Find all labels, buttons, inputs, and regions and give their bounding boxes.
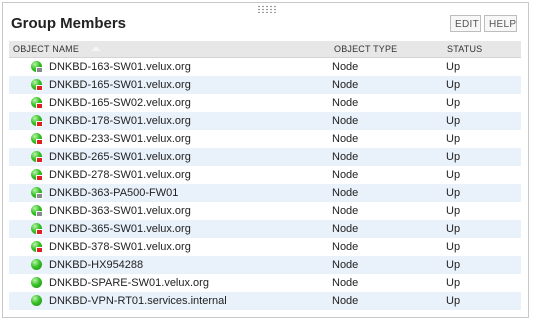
table-row[interactable]: DNKBD-HX954288 Node Up: [9, 256, 521, 274]
help-button[interactable]: HELP: [484, 15, 517, 32]
table-row[interactable]: DNKBD-365-SW01.velux.org Node Up: [9, 220, 521, 238]
table-row[interactable]: DNKBD-165-SW02.velux.org Node Up: [9, 94, 521, 112]
object-type-cell: Node: [332, 295, 359, 307]
drag-handle-icon[interactable]: [257, 5, 277, 13]
status-cell: Up: [446, 241, 461, 253]
object-type-cell: Node: [332, 169, 359, 181]
status-cell: Up: [446, 61, 461, 73]
table-row[interactable]: DNKBD-178-SW01.velux.org Node Up: [9, 112, 521, 130]
node-up-red-badge-icon: [31, 223, 43, 235]
object-name-link[interactable]: DNKBD-233-SW01.velux.org: [49, 133, 191, 145]
status-cell: Up: [446, 79, 461, 91]
column-header-status[interactable]: STATUS: [447, 44, 482, 54]
status-cell: Up: [446, 151, 461, 163]
table-row[interactable]: DNKBD-SPARE-SW01.velux.org Node Up: [9, 274, 521, 292]
object-name-link[interactable]: DNKBD-VPN-RT01.services.internal: [49, 295, 227, 307]
node-up-red-badge-icon: [31, 115, 43, 127]
node-up-gray-badge-icon: [31, 205, 43, 217]
object-type-cell: Node: [332, 205, 359, 217]
node-up-red-badge-icon: [31, 133, 43, 145]
object-name-link[interactable]: DNKBD-363-SW01.velux.org: [49, 205, 191, 217]
sort-ascending-icon[interactable]: [91, 46, 101, 51]
status-cell: Up: [446, 259, 461, 271]
table-header: OBJECT NAME OBJECT TYPE STATUS: [9, 41, 521, 58]
status-cell: Up: [446, 97, 461, 109]
object-type-cell: Node: [332, 97, 359, 109]
object-type-cell: Node: [332, 61, 359, 73]
object-type-cell: Node: [332, 133, 359, 145]
object-type-cell: Node: [332, 223, 359, 235]
status-cell: Up: [446, 295, 461, 307]
panel-title: Group Members: [11, 15, 127, 32]
table-row[interactable]: DNKBD-163-SW01.velux.org Node Up: [9, 58, 521, 76]
node-up-icon: [31, 277, 43, 289]
object-name-link[interactable]: DNKBD-378-SW01.velux.org: [49, 241, 191, 253]
object-name-link[interactable]: DNKBD-163-SW01.velux.org: [49, 61, 191, 73]
status-cell: Up: [446, 169, 461, 181]
column-header-object-type[interactable]: OBJECT TYPE: [334, 44, 397, 54]
table-row[interactable]: DNKBD-378-SW01.velux.org Node Up: [9, 238, 521, 256]
status-cell: Up: [446, 187, 461, 199]
object-name-link[interactable]: DNKBD-165-SW02.velux.org: [49, 97, 191, 109]
node-up-red-badge-icon: [31, 169, 43, 181]
status-cell: Up: [446, 133, 461, 145]
node-up-red-badge-icon: [31, 97, 43, 109]
column-header-object-name[interactable]: OBJECT NAME: [13, 44, 79, 54]
object-name-link[interactable]: DNKBD-265-SW01.velux.org: [49, 151, 191, 163]
node-up-red-badge-icon: [31, 79, 43, 91]
group-members-panel: Group Members EDIT HELP OBJECT NAME OBJE…: [2, 2, 529, 318]
object-type-cell: Node: [332, 115, 359, 127]
object-name-link[interactable]: DNKBD-HX954288: [49, 259, 143, 271]
node-up-icon: [31, 295, 43, 307]
object-type-cell: Node: [332, 79, 359, 91]
table-row[interactable]: DNKBD-278-SW01.velux.org Node Up: [9, 166, 521, 184]
object-type-cell: Node: [332, 259, 359, 271]
status-cell: Up: [446, 115, 461, 127]
node-up-gray-badge-icon: [31, 187, 43, 199]
members-table: OBJECT NAME OBJECT TYPE STATUS DNKBD-163…: [9, 41, 521, 310]
table-body: DNKBD-163-SW01.velux.org Node Up DNKBD-165-…: [9, 58, 521, 310]
object-name-link[interactable]: DNKBD-278-SW01.velux.org: [49, 169, 191, 181]
table-row[interactable]: DNKBD-363-SW01.velux.org Node Up: [9, 202, 521, 220]
node-up-gray-badge-icon: [31, 61, 43, 73]
table-row[interactable]: DNKBD-265-SW01.velux.org Node Up: [9, 148, 521, 166]
status-cell: Up: [446, 223, 461, 235]
table-row[interactable]: DNKBD-VPN-RT01.services.internal Node Up: [9, 292, 521, 310]
node-up-icon: [31, 259, 43, 271]
object-name-link[interactable]: DNKBD-SPARE-SW01.velux.org: [49, 277, 209, 289]
object-type-cell: Node: [332, 187, 359, 199]
object-name-link[interactable]: DNKBD-178-SW01.velux.org: [49, 115, 191, 127]
status-cell: Up: [446, 277, 461, 289]
table-row[interactable]: DNKBD-363-PA500-FW01 Node Up: [9, 184, 521, 202]
object-type-cell: Node: [332, 277, 359, 289]
edit-button[interactable]: EDIT: [450, 15, 481, 32]
object-name-link[interactable]: DNKBD-165-SW01.velux.org: [49, 79, 191, 91]
status-cell: Up: [446, 205, 461, 217]
node-up-red-badge-icon: [31, 241, 43, 253]
node-up-red-badge-icon: [31, 151, 43, 163]
object-name-link[interactable]: DNKBD-365-SW01.velux.org: [49, 223, 191, 235]
table-row[interactable]: DNKBD-165-SW01.velux.org Node Up: [9, 76, 521, 94]
object-type-cell: Node: [332, 151, 359, 163]
object-name-link[interactable]: DNKBD-363-PA500-FW01: [49, 187, 178, 199]
object-type-cell: Node: [332, 241, 359, 253]
table-row[interactable]: DNKBD-233-SW01.velux.org Node Up: [9, 130, 521, 148]
